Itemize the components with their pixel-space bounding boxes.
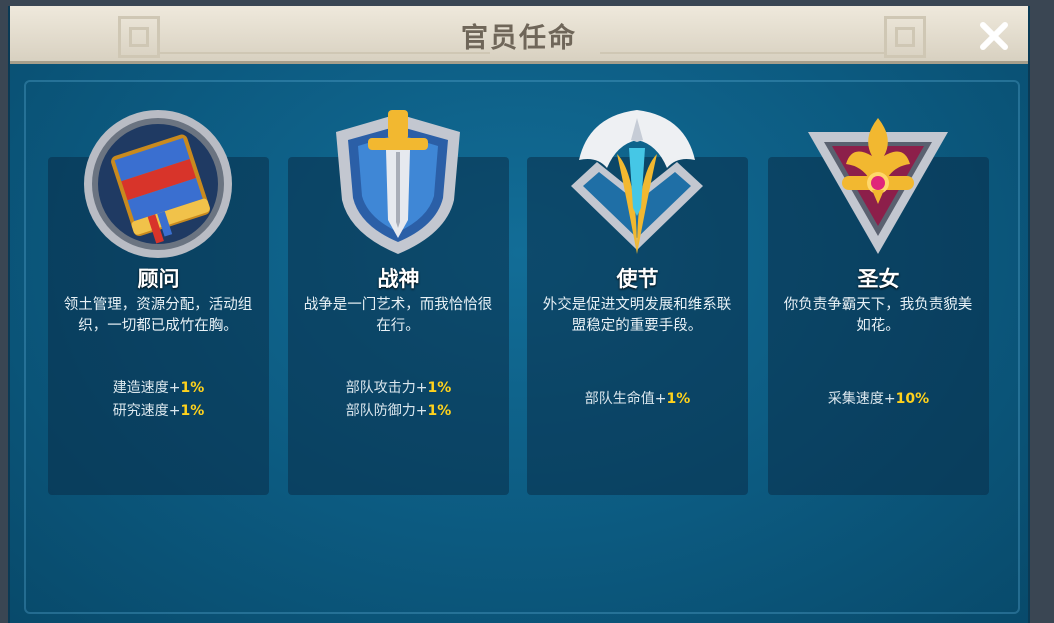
bonus-label: 部队攻击力+ bbox=[345, 380, 428, 396]
bonus-label: 采集速度+ bbox=[827, 391, 896, 407]
sword-shield-icon bbox=[336, 110, 460, 254]
header-divider-right bbox=[600, 52, 884, 54]
bonus-line: 部队防御力+1% bbox=[288, 400, 509, 423]
bonus-line: 建造速度+1% bbox=[48, 377, 269, 400]
close-button[interactable] bbox=[974, 16, 1014, 56]
card-desc-envoy: 外交是促进文明发展和维系联盟稳定的重要手段。 bbox=[542, 297, 732, 334]
bonus-line: 部队生命值+1% bbox=[527, 388, 748, 411]
card-desc-advisor: 领土管理，资源分配，活动组织，一切都已成竹在胸。 bbox=[63, 297, 253, 334]
card-desc-saintess: 你负责争霸天下，我负责貌美如花。 bbox=[783, 297, 973, 334]
bonus-line: 研究速度+1% bbox=[48, 400, 269, 423]
card-title-advisor: 顾问 bbox=[137, 267, 180, 291]
dialog-header: 官员任命 bbox=[10, 6, 1028, 64]
bonus-line: 采集速度+10% bbox=[768, 388, 989, 411]
fret-ornament-right bbox=[884, 16, 926, 58]
close-icon bbox=[980, 22, 1008, 50]
bonus-value: 10% bbox=[895, 391, 930, 407]
bonus-label: 部队生命值+ bbox=[584, 391, 667, 407]
envoy-crest-icon bbox=[571, 110, 703, 254]
bonus-value: 1% bbox=[666, 391, 691, 407]
fleur-de-lis-icon bbox=[808, 118, 948, 254]
card-desc-war-god: 战争是一门艺术，而我恰恰很在行。 bbox=[303, 297, 493, 334]
bonus-label: 研究速度+ bbox=[112, 403, 181, 419]
bonus-value: 1% bbox=[180, 380, 205, 396]
bonus-value: 1% bbox=[427, 380, 452, 396]
card-title-envoy: 使节 bbox=[616, 267, 659, 291]
bonus-line: 部队攻击力+1% bbox=[288, 377, 509, 400]
card-title-saintess: 圣女 bbox=[857, 267, 900, 291]
book-icon bbox=[84, 110, 232, 258]
bonus-label: 部队防御力+ bbox=[345, 403, 428, 419]
card-title-war-god: 战神 bbox=[377, 267, 420, 291]
dialog-title: 官员任命 bbox=[461, 23, 577, 54]
bonus-value: 1% bbox=[180, 403, 205, 419]
bonus-value: 1% bbox=[427, 403, 452, 419]
bonus-label: 建造速度+ bbox=[112, 380, 181, 396]
